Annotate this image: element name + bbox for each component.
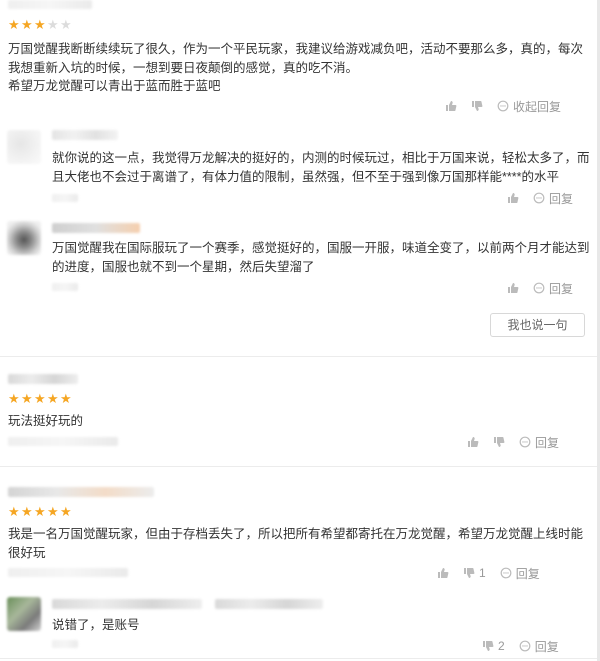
thumb-up-icon[interactable] xyxy=(445,100,457,112)
reply-target-redacted xyxy=(215,599,323,609)
star-icon: ★ xyxy=(60,391,72,406)
thumb-up-icon[interactable] xyxy=(507,192,519,204)
star-icon: ★ xyxy=(47,391,59,406)
star-icon: ★ xyxy=(60,17,72,32)
thumb-up-icon[interactable] xyxy=(437,567,449,579)
star-icon: ★ xyxy=(21,17,33,32)
thumb-down-icon xyxy=(483,641,494,651)
star-icon: ★ xyxy=(8,17,20,32)
star-icon: ★ xyxy=(34,17,46,32)
star-icon: ★ xyxy=(8,391,20,406)
review-timestamp-redacted xyxy=(8,568,128,577)
username-redacted xyxy=(8,487,154,497)
reply-actions: 回复 xyxy=(507,190,573,206)
reply-body: 就你说的这一点，我觉得万龙解决的挺好的，内测的时候玩过，相比于万国来说，轻松太多… xyxy=(52,151,590,184)
divider xyxy=(0,658,600,659)
reply-timestamp-redacted xyxy=(52,194,78,202)
comment-icon xyxy=(497,100,509,112)
comment-icon xyxy=(519,640,531,652)
username-redacted xyxy=(8,374,78,384)
reply-username-redacted xyxy=(52,130,118,140)
comment-icon xyxy=(533,282,545,294)
review-body-extra: 希望万龙觉醒可以青出于蓝而胜于蓝吧 xyxy=(8,79,221,93)
reply-button[interactable]: 回复 xyxy=(519,434,559,451)
reply-timestamp-redacted xyxy=(52,283,78,291)
reply-button[interactable]: 回复 xyxy=(533,280,573,297)
username-redacted xyxy=(8,0,92,9)
star-icon: ★ xyxy=(21,391,33,406)
reply-button[interactable]: 回复 xyxy=(533,190,573,207)
thumb-up-icon[interactable] xyxy=(507,282,519,294)
rating-stars: ★ ★ ★ ★ ★ xyxy=(8,17,72,32)
star-icon: ★ xyxy=(47,504,59,519)
star-icon: ★ xyxy=(34,504,46,519)
star-icon: ★ xyxy=(47,17,59,32)
review-actions: 1 回复 xyxy=(437,565,540,581)
review-body: 我是一名万国觉醒玩家，但由于存档丢失了，所以把所有希望都寄托在万龙觉醒，希望万龙… xyxy=(8,527,584,560)
reply-body: 说错了，是账号 xyxy=(52,618,140,632)
reply-label: 回复 xyxy=(549,191,574,206)
thumb-down-icon[interactable] xyxy=(471,100,483,112)
comment-icon xyxy=(533,192,545,204)
reply-actions: 2 回复 xyxy=(482,638,559,654)
rating-stars: ★ ★ ★ ★ ★ xyxy=(8,504,72,519)
reply-label: 回复 xyxy=(515,566,540,581)
review-timestamp-redacted xyxy=(8,437,118,446)
reply-label: 回复 xyxy=(534,639,559,654)
avatar xyxy=(7,221,41,255)
divider xyxy=(0,356,600,357)
comment-icon xyxy=(500,567,512,579)
dislike-button[interactable]: 2 xyxy=(482,639,505,653)
review-actions: 收起回复 xyxy=(445,98,561,114)
thumb-down-icon xyxy=(464,568,475,578)
rating-stars: ★ ★ ★ ★ ★ xyxy=(8,391,72,406)
collapse-replies-button[interactable]: 收起回复 xyxy=(497,98,561,115)
review-body: 玩法挺好玩的 xyxy=(8,414,84,428)
divider xyxy=(0,466,600,467)
star-icon: ★ xyxy=(60,504,72,519)
star-icon: ★ xyxy=(21,504,33,519)
reply-username-redacted xyxy=(52,599,202,609)
reply-username-redacted xyxy=(52,223,140,233)
collapse-label: 收起回复 xyxy=(513,99,562,114)
avatar xyxy=(7,130,41,164)
star-icon: ★ xyxy=(8,504,20,519)
dislike-button[interactable]: 1 xyxy=(463,566,486,580)
thumb-down-icon[interactable] xyxy=(493,436,505,448)
reply-label: 回复 xyxy=(549,281,574,296)
review-body: 万国觉醒我断断续续玩了很久，作为一个平民玩家，我建议给游戏减负吧，活动不要那么多… xyxy=(8,42,584,75)
avatar xyxy=(7,597,41,631)
dislike-count: 1 xyxy=(479,566,486,580)
say-something-button[interactable]: 我也说一句 xyxy=(490,313,585,337)
thumb-up-icon[interactable] xyxy=(467,436,479,448)
reply-timestamp-redacted xyxy=(52,640,78,648)
dislike-count: 2 xyxy=(498,639,505,653)
reply-label: 回复 xyxy=(535,435,560,450)
reply-button[interactable]: 回复 xyxy=(519,638,559,655)
reply-actions: 回复 xyxy=(507,280,573,296)
star-icon: ★ xyxy=(34,391,46,406)
comment-icon xyxy=(519,436,531,448)
review-actions: 回复 xyxy=(467,434,559,450)
reply-button[interactable]: 回复 xyxy=(500,565,540,582)
reply-body: 万国觉醒我在国际服玩了一个赛季，感觉挺好的，国服一开服，味道全变了，以前两个月才… xyxy=(52,241,590,274)
